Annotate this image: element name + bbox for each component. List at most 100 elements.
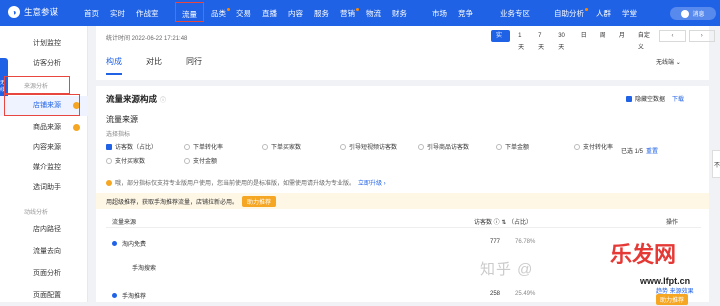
metric-option[interactable]: 引导短视频访客数 [340, 142, 418, 151]
metric-option[interactable]: 下单金额 [496, 142, 574, 151]
metric-label: 引导商品访客数 [427, 145, 470, 151]
checkbox-icon[interactable] [106, 143, 112, 150]
nav-competition[interactable]: 竞争 [458, 8, 473, 19]
metric-option[interactable]: 支付金额 [184, 156, 262, 165]
sidebar-item-product-source[interactable]: 商品来源 [0, 118, 88, 138]
section-title-text: 流量来源构成 [106, 94, 158, 104]
metrics-row: 访客数（占比） 下单转化率 下单买家数 引导短视频访客数 引导商品访客数 下单金… [106, 142, 652, 151]
metric-label: 下单转化率 [193, 145, 224, 151]
nav-live[interactable]: 直播 [262, 8, 277, 19]
expand-icon[interactable] [112, 293, 117, 298]
metric-option[interactable]: 支付买家数 [106, 156, 184, 165]
metric-option[interactable]: 访客数（占比） [106, 142, 184, 151]
traffic-source-card: 流量来源构成 ⓘ 隐藏空数据 下载 流量来源 选择指标 访客数（占比） 下单转化率… [96, 86, 709, 305]
watermark-text: 知乎 @ [480, 261, 534, 278]
time-button-month[interactable]: 月 [614, 30, 630, 42]
info-icon[interactable]: ⓘ [160, 98, 166, 104]
divider [106, 227, 701, 228]
date-prev-button[interactable]: ‹ [659, 30, 686, 42]
radio-icon[interactable] [340, 143, 346, 150]
row-value: 258 [490, 291, 501, 297]
app-logo[interactable]: ◑ 生意参谋 [8, 6, 58, 18]
selected-count-label: 已选 1/5 [621, 149, 644, 155]
messages-label: 消息 [692, 12, 705, 18]
time-button-realtime[interactable]: 实时 [491, 30, 511, 51]
sidebar-item-keyword-helper[interactable]: 选词助手 [0, 178, 88, 198]
nav-war-room[interactable]: 作战室 [136, 8, 159, 19]
checkbox-icon[interactable] [626, 95, 632, 102]
metric-label: 引导短视频访客数 [349, 145, 398, 151]
metric-option[interactable]: 下单买家数 [262, 142, 340, 151]
time-button-7day[interactable]: 7天 [533, 30, 550, 51]
sidebar-item-traffic-destination[interactable]: 流量去向 [0, 242, 88, 262]
messages-button[interactable]: 消息 [670, 7, 716, 20]
sidebar-item-in-shop-path[interactable]: 店内路径 [0, 220, 88, 240]
table-row-source[interactable]: 淘内免费 [112, 239, 146, 248]
filter-card: 统计时间 2022-06-22 17:21:48 实时 1天 7天 30天 日 … [96, 26, 715, 80]
time-button-30day[interactable]: 30天 [553, 30, 573, 51]
new-dot-icon [585, 8, 588, 11]
sidebar-item-plan-monitor[interactable]: 计划监控 [0, 34, 88, 54]
side-float-button[interactable]: 不 [712, 150, 720, 178]
metric-label: 下单买家数 [271, 145, 302, 151]
sidebar-item-content-source[interactable]: 内容来源 [0, 138, 88, 158]
sidebar-item-visitor-analysis[interactable]: 访客分析 [0, 54, 88, 74]
column-header-source: 流量来源 [112, 220, 137, 226]
nav-home[interactable]: 首页 [84, 8, 99, 19]
nav-traffic[interactable]: 流量 [175, 2, 204, 22]
row-value: 777 [490, 239, 501, 245]
new-dot-icon [227, 8, 230, 11]
warning-icon [106, 179, 112, 186]
sidebar-item-media-monitor[interactable]: 媒介监控 [0, 158, 88, 178]
hide-empty-toggle[interactable]: 隐藏空数据 下载 [626, 94, 684, 103]
radio-icon[interactable] [184, 157, 190, 164]
reset-link[interactable]: 重置 [646, 149, 658, 155]
nav-realtime[interactable]: 实时 [110, 8, 125, 19]
nav-crowd[interactable]: 人群 [596, 8, 611, 19]
sidebar-item-page-analysis[interactable]: 页面分析 [0, 264, 88, 284]
metric-option[interactable]: 下单转化率 [184, 142, 262, 151]
tab-compare[interactable]: 对比 [146, 56, 162, 75]
table-row-source[interactable]: 手淘搜索 [132, 263, 156, 272]
nav-category[interactable]: 品类 [211, 8, 230, 19]
tab-composition[interactable]: 构成 [106, 56, 122, 75]
nav-self-analysis[interactable]: 自助分析 [554, 8, 588, 19]
logo-icon: ◑ [8, 6, 20, 18]
date-next-button[interactable]: › [688, 30, 715, 42]
nav-service[interactable]: 服务 [314, 8, 329, 19]
nav-logistics[interactable]: 物流 [366, 8, 381, 19]
promo-button[interactable]: 助力推荐 [242, 195, 277, 207]
expand-icon[interactable] [112, 241, 117, 246]
time-button-week[interactable]: 周 [595, 30, 611, 42]
nav-content[interactable]: 内容 [288, 8, 303, 19]
radio-icon[interactable] [262, 143, 268, 150]
radio-icon[interactable] [574, 143, 580, 150]
radio-icon[interactable] [184, 143, 190, 150]
sidebar-item-page-config[interactable]: 页面配置 [0, 286, 88, 306]
metric-option[interactable]: 引导商品访客数 [418, 142, 496, 151]
metric-label: 支付转化率 [583, 145, 614, 151]
tab-peers[interactable]: 同行 [186, 56, 202, 75]
download-link[interactable]: 下载 [672, 94, 684, 103]
metrics-row: 支付买家数 支付金额 [106, 156, 262, 165]
column-header-visitors[interactable]: 访客数 ⓘ ⇅ （占比） [474, 217, 532, 226]
radio-icon[interactable] [106, 157, 112, 164]
nav-finance[interactable]: 财务 [392, 8, 407, 19]
nav-marketing[interactable]: 营销 [340, 8, 359, 19]
radio-icon[interactable] [418, 143, 424, 150]
row-label: 淘内免费 [122, 242, 147, 248]
nav-trade[interactable]: 交易 [236, 8, 251, 19]
nav-academy[interactable]: 学堂 [622, 8, 637, 19]
highlight-box [4, 94, 80, 116]
row-promo-button[interactable]: 助力推荐 [656, 294, 689, 305]
time-button-custom[interactable]: 自定义 [633, 30, 657, 51]
device-select[interactable]: 无线端 ⌄ [656, 57, 681, 66]
nav-market[interactable]: 市场 [432, 8, 447, 19]
time-button-1day[interactable]: 1天 [513, 30, 530, 51]
row-share: 76.78% [515, 239, 536, 245]
nav-business-zone[interactable]: 业务专区 [500, 8, 530, 19]
table-row-source[interactable]: 手淘推荐 [112, 291, 146, 300]
time-button-day[interactable]: 日 [576, 30, 592, 42]
radio-icon[interactable] [496, 143, 502, 150]
upgrade-link[interactable]: 立即升级 › [358, 178, 386, 187]
